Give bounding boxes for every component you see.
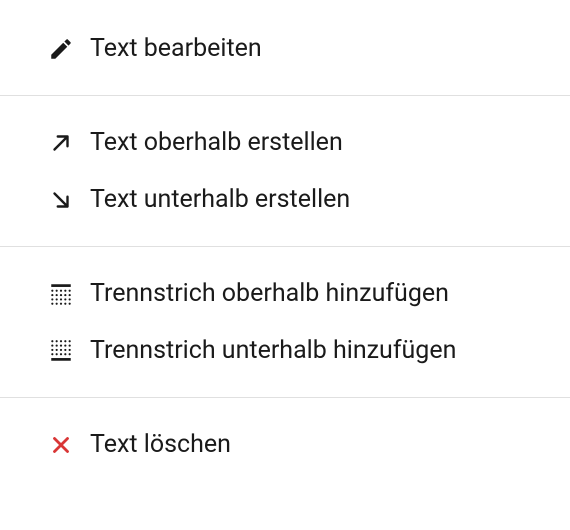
create-text-above-item[interactable]: Text oberhalb erstellen [0,114,570,171]
edit-text-label: Text bearbeiten [90,34,262,63]
create-text-below-label: Text unterhalb erstellen [90,185,350,214]
add-divider-below-label: Trennstrich unterhalb hinzufügen [90,336,456,365]
delete-text-label: Text löschen [90,430,231,459]
arrow-down-right-icon [48,187,74,213]
create-text-below-item[interactable]: Text unterhalb erstellen [0,171,570,228]
create-text-above-label: Text oberhalb erstellen [90,128,343,157]
context-menu: Text bearbeiten Text oberhalb erstellen … [0,0,570,491]
edit-text-item[interactable]: Text bearbeiten [0,20,570,77]
pencil-icon [48,36,74,62]
menu-group-delete: Text löschen [0,398,570,491]
close-icon [48,432,74,458]
menu-group-create: Text oberhalb erstellen Text unterhalb e… [0,96,570,247]
border-top-icon [48,281,74,307]
delete-text-item[interactable]: Text löschen [0,416,570,473]
border-bottom-icon [48,338,74,364]
arrow-up-right-icon [48,130,74,156]
add-divider-below-item[interactable]: Trennstrich unterhalb hinzufügen [0,322,570,379]
menu-group-edit: Text bearbeiten [0,20,570,96]
add-divider-above-item[interactable]: Trennstrich oberhalb hinzufügen [0,265,570,322]
menu-group-divider: Trennstrich oberhalb hinzufügen Trennstr… [0,247,570,398]
add-divider-above-label: Trennstrich oberhalb hinzufügen [90,279,449,308]
